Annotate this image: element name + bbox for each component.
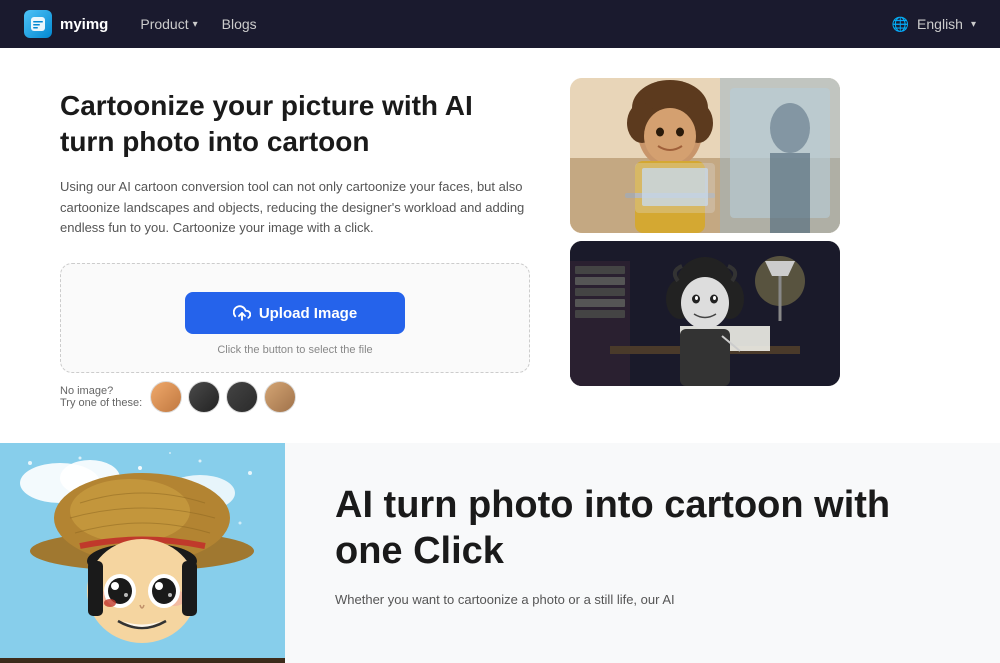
sample-thumb-2[interactable] (188, 381, 220, 413)
hero-image-top (570, 78, 840, 233)
second-section-title: AI turn photo into cartoon with one Clic… (335, 483, 950, 574)
navbar-left: myimg Product ▾ Blogs (24, 10, 257, 38)
sample-thumb-4[interactable] (264, 381, 296, 413)
anime-image-container (0, 443, 285, 663)
no-image-label: No image?Try one of these: (60, 385, 142, 409)
nav-item-product[interactable]: Product ▾ (140, 16, 197, 32)
anime-image (0, 443, 285, 663)
upload-button[interactable]: Upload Image (185, 292, 405, 334)
language-selector[interactable]: 🌐 English ▾ (892, 16, 976, 33)
upload-box: Upload Image Click the button to select … (60, 263, 530, 373)
hero-description: Using our AI cartoon conversion tool can… (60, 177, 530, 239)
sample-thumb-1[interactable] (150, 381, 182, 413)
sample-images-row: No image?Try one of these: (60, 381, 530, 413)
hero-title: Cartoonize your picture with AI turn pho… (60, 88, 530, 161)
sample-thumbs (150, 381, 296, 413)
second-section: AI turn photo into cartoon with one Clic… (0, 443, 1000, 663)
logo-text: myimg (60, 16, 108, 33)
hero-image-bottom (570, 241, 840, 386)
upload-button-label: Upload Image (259, 305, 357, 322)
hero-section: Cartoonize your picture with AI turn pho… (0, 48, 1000, 443)
logo[interactable]: myimg (24, 10, 108, 38)
nav-links: Product ▾ Blogs (140, 16, 256, 32)
navbar: myimg Product ▾ Blogs 🌐 English ▾ (0, 0, 1000, 48)
chevron-down-icon: ▾ (193, 19, 198, 30)
hero-left: Cartoonize your picture with AI turn pho… (60, 88, 530, 413)
hero-images (570, 78, 840, 413)
language-label: English (917, 16, 963, 32)
sample-thumb-3[interactable] (226, 381, 258, 413)
logo-icon (24, 10, 52, 38)
second-section-description: Whether you want to cartoonize a photo o… (335, 590, 950, 611)
second-section-right: AI turn photo into cartoon with one Clic… (285, 443, 1000, 663)
upload-hint: Click the button to select the file (217, 344, 372, 356)
upload-icon (233, 304, 251, 322)
chevron-down-icon: ▾ (971, 19, 976, 30)
language-icon: 🌐 (892, 16, 909, 33)
nav-item-blogs[interactable]: Blogs (222, 16, 257, 32)
